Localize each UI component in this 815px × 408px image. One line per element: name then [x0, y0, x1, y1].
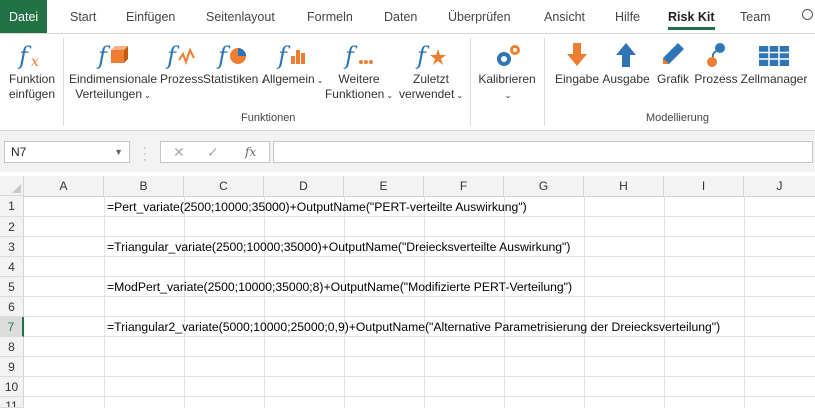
ribbon: fx Funktion einfügen f Eindimensionale V…: [0, 34, 815, 131]
name-box[interactable]: N7 ▼: [4, 141, 130, 163]
select-all-corner[interactable]: [0, 176, 24, 196]
column-header-b[interactable]: B: [104, 176, 184, 196]
column-header-g[interactable]: G: [504, 176, 584, 196]
column-header-h[interactable]: H: [584, 176, 664, 196]
svg-text:f: f: [96, 42, 111, 70]
column-header-i[interactable]: I: [664, 176, 744, 196]
process-icon: [693, 34, 739, 72]
cell-b7[interactable]: =Triangular2_variate(5000;10000;25000;0,…: [107, 317, 720, 337]
row-header[interactable]: 2: [0, 217, 24, 237]
pencil-icon: [654, 34, 692, 72]
svg-text:f: f: [216, 42, 231, 70]
search-icon[interactable]: [802, 9, 813, 20]
row-header[interactable]: 1: [0, 196, 24, 217]
formula-bar: N7 ▼ · · · ✕ ✓ fx: [0, 131, 815, 172]
eindimensionale-verteilungen-button[interactable]: f Eindimensionale Verteilungen ⌄: [67, 34, 159, 103]
prozess-fx-button[interactable]: f Prozess: [160, 34, 203, 87]
tab-team[interactable]: Team: [740, 0, 771, 33]
ribbon-separator: [63, 38, 64, 126]
zellmanager-button[interactable]: Zellmanager: [739, 34, 809, 87]
tab-formeln[interactable]: Formeln: [307, 0, 353, 33]
svg-text:f: f: [165, 42, 180, 70]
kalibrieren-button[interactable]: Kalibrieren ⌄: [475, 34, 539, 103]
ribbon-separator: [470, 38, 471, 126]
cell-b1[interactable]: =Pert_variate(2500;10000;35000)+OutputNa…: [107, 197, 527, 217]
tab-ueberpruefen[interactable]: Überprüfen: [448, 0, 511, 33]
formula-tools: ✕ ✓ fx: [160, 141, 270, 163]
row-header[interactable]: 5: [0, 277, 24, 297]
gears-icon: [475, 34, 539, 72]
tab-hilfe[interactable]: Hilfe: [615, 0, 640, 33]
row-header[interactable]: 4: [0, 257, 24, 277]
svg-text:x: x: [31, 54, 39, 70]
cell-b3[interactable]: =Triangular_variate(2500;10000;35000)+Ou…: [107, 237, 570, 257]
ausgabe-button[interactable]: Ausgabe: [601, 34, 651, 87]
row-header[interactable]: 11: [0, 397, 24, 408]
fx-star-icon: f: [397, 34, 465, 72]
funktion-einfuegen-button[interactable]: fx Funktion einfügen: [4, 34, 60, 102]
svg-text:f: f: [17, 42, 32, 70]
group-label-funktionen: Funktionen: [241, 112, 296, 124]
column-header-j[interactable]: J: [744, 176, 815, 196]
statistiken-button[interactable]: f Statistiken ⌄: [203, 34, 267, 88]
grid-line: [24, 396, 815, 397]
chevron-down-icon: ⌄: [144, 91, 151, 100]
row-header[interactable]: 6: [0, 297, 24, 317]
column-header-e[interactable]: E: [344, 176, 424, 196]
row-header[interactable]: 8: [0, 337, 24, 357]
drag-handle-icon[interactable]: · · ·: [143, 143, 147, 166]
tab-ansicht[interactable]: Ansicht: [544, 0, 585, 33]
fx-icon: fx: [4, 34, 60, 72]
chevron-down-icon: ⌄: [386, 91, 394, 100]
group-label-modellierung: Modellierung: [646, 112, 709, 124]
grafik-button[interactable]: Grafik: [654, 34, 692, 87]
tab-datei[interactable]: Datei: [0, 0, 48, 33]
column-header-f[interactable]: F: [424, 176, 504, 196]
insert-function-icon[interactable]: fx: [245, 145, 256, 159]
allgemein-button[interactable]: f Allgemein ⌄: [262, 34, 323, 88]
row-header[interactable]: 3: [0, 237, 24, 257]
tab-risk-kit[interactable]: Risk Kit: [668, 0, 715, 33]
chevron-down-icon: ⌄: [456, 91, 464, 100]
process-fx-icon: f: [160, 34, 202, 72]
prozess-button[interactable]: Prozess: [693, 34, 739, 87]
chevron-down-icon[interactable]: ▼: [114, 142, 123, 162]
tab-start[interactable]: Start: [70, 0, 96, 33]
tab-seitenlayout[interactable]: Seitenlayout: [206, 0, 275, 33]
grid-line: [24, 376, 815, 377]
arrow-up-icon: [601, 34, 651, 72]
ribbon-tab-bar: Datei Start Einfügen Seitenlayout Formel…: [0, 0, 815, 34]
arrow-down-icon: [553, 34, 601, 72]
ribbon-separator: [544, 38, 545, 126]
row-header[interactable]: 9: [0, 357, 24, 377]
grid-icon: [739, 34, 809, 72]
pie-fx-icon: f: [203, 34, 261, 72]
cell-b5[interactable]: =ModPert_variate(2500;10000;35000;8)+Out…: [107, 277, 572, 297]
zuletzt-verwendet-button[interactable]: f Zuletzt verwendet ⌄: [397, 34, 465, 103]
svg-text:f: f: [276, 42, 291, 70]
cube-fx-icon: f: [67, 34, 159, 72]
tab-einfuegen[interactable]: Einfügen: [126, 0, 175, 33]
fx-dots-icon: f: [322, 34, 396, 72]
confirm-icon[interactable]: ✓: [207, 144, 219, 161]
grid-line: [24, 356, 815, 357]
chevron-down-icon: ⌄: [504, 91, 512, 100]
column-header-a[interactable]: A: [24, 176, 104, 196]
column-header-d[interactable]: D: [264, 176, 344, 196]
formula-input[interactable]: [273, 141, 813, 163]
svg-text:f: f: [343, 42, 358, 70]
column-header-c[interactable]: C: [184, 176, 264, 196]
column-header-bar: A B C D E F G H I J: [24, 176, 815, 197]
svg-text:f: f: [415, 42, 430, 70]
tab-daten[interactable]: Daten: [384, 0, 417, 33]
row-header[interactable]: 10: [0, 377, 24, 397]
row-header-selected[interactable]: 7: [0, 317, 24, 337]
cancel-icon[interactable]: ✕: [173, 144, 185, 161]
bar-fx-icon: f: [262, 34, 322, 72]
eingabe-button[interactable]: Eingabe: [553, 34, 601, 87]
weitere-funktionen-button[interactable]: f Weitere Funktionen ⌄: [322, 34, 396, 103]
